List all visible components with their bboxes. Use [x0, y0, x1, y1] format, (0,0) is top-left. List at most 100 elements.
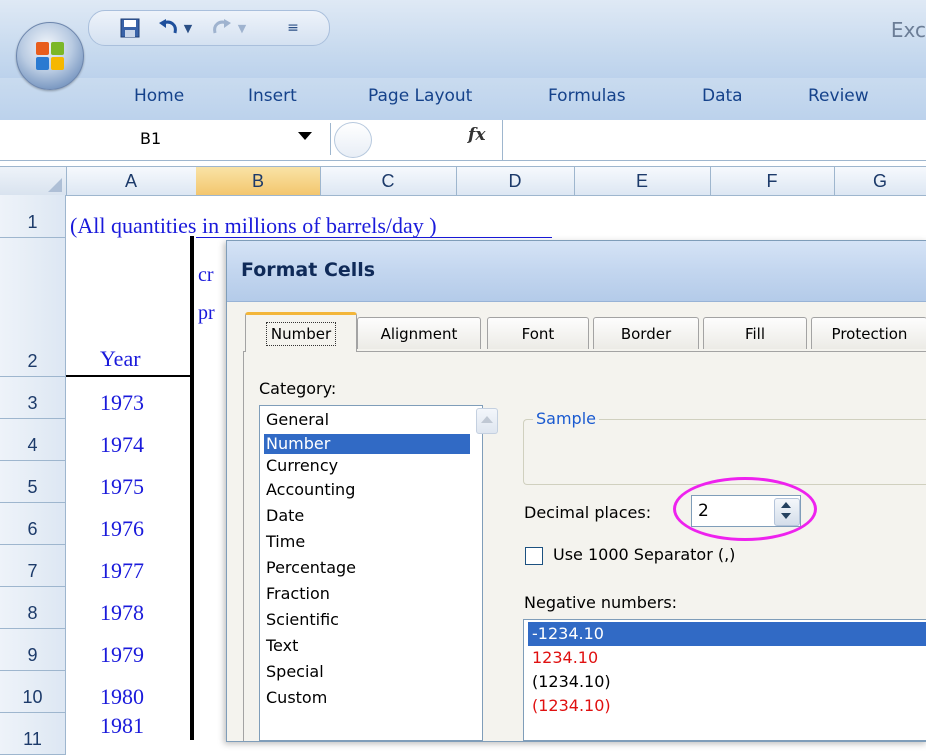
- row-header-10[interactable]: 10: [0, 671, 66, 713]
- row-header-5[interactable]: 5: [0, 461, 66, 503]
- tab-protection[interactable]: Protection: [811, 317, 926, 349]
- formula-bar-divider: [502, 120, 503, 160]
- year-cell[interactable]: 1975: [66, 461, 196, 503]
- negative-format-option[interactable]: -1234.10: [528, 622, 926, 646]
- category-item[interactable]: Time: [264, 532, 470, 556]
- column-header-a[interactable]: A: [66, 167, 197, 195]
- units-note-cell[interactable]: (All quantities in millions of barrels/d…: [70, 213, 437, 239]
- year-cell[interactable]: 1976: [66, 503, 196, 545]
- year-cell[interactable]: 1978: [66, 587, 196, 629]
- redo-icon: [207, 17, 237, 39]
- category-item[interactable]: Fraction: [264, 584, 470, 608]
- highlight-annotation: [673, 477, 817, 541]
- thousands-separator-label: Use 1000 Separator (,): [553, 545, 736, 564]
- year-cell[interactable]: 1974: [66, 419, 196, 461]
- category-item-selected[interactable]: Number: [264, 434, 470, 454]
- category-item[interactable]: Custom: [264, 688, 470, 712]
- year-cell[interactable]: 1979: [66, 629, 196, 671]
- tab-home[interactable]: Home: [134, 86, 184, 106]
- name-box-dropdown-icon[interactable]: [298, 132, 312, 140]
- year-header-cell[interactable]: Year: [66, 238, 196, 375]
- category-scrollbar[interactable]: [476, 408, 498, 434]
- undo-icon[interactable]: [153, 17, 183, 39]
- tab-formulas[interactable]: Formulas: [548, 86, 626, 106]
- negative-numbers-label: Negative numbers:: [524, 593, 678, 612]
- select-all-button[interactable]: [0, 167, 67, 195]
- ribbon-tabs: Home Insert Page Layout Formulas Data Re…: [0, 78, 926, 121]
- tab-fill[interactable]: Fill: [703, 317, 807, 349]
- year-cell[interactable]: 1973: [66, 377, 196, 419]
- formula-bar: B1 fx: [0, 120, 926, 161]
- tab-number-label: Number: [265, 321, 337, 346]
- dialog-title-bar[interactable]: Format Cells: [227, 241, 926, 302]
- tab-insert[interactable]: Insert: [248, 86, 297, 106]
- insert-function-button[interactable]: fx: [468, 125, 485, 145]
- formula-input[interactable]: [510, 126, 910, 154]
- tab-font[interactable]: Font: [487, 317, 589, 349]
- row-header-9[interactable]: 9: [0, 629, 66, 671]
- year-cell[interactable]: 1981: [66, 713, 196, 740]
- undo-dropdown-icon[interactable]: ▼: [181, 17, 195, 39]
- row-header-4[interactable]: 4: [0, 419, 66, 461]
- note-underline: [196, 237, 552, 238]
- sample-group: [523, 419, 926, 485]
- row-header-2[interactable]: 2: [0, 238, 66, 377]
- column-b-left-border: [190, 236, 194, 740]
- category-item[interactable]: General: [264, 410, 470, 434]
- negative-format-option[interactable]: 1234.10: [528, 646, 926, 670]
- name-box-value: B1: [140, 129, 162, 148]
- column-header-b[interactable]: B: [196, 167, 321, 195]
- tab-review[interactable]: Review: [808, 86, 869, 106]
- row-header-11[interactable]: 11: [0, 713, 66, 755]
- header-text-fragment: pr: [198, 302, 215, 324]
- negative-format-option[interactable]: (1234.10): [528, 670, 926, 694]
- tab-alignment[interactable]: Alignment: [357, 317, 481, 349]
- chevron-up-icon: [481, 416, 493, 423]
- column-header-d[interactable]: D: [456, 167, 575, 195]
- tab-data[interactable]: Data: [702, 86, 743, 106]
- category-item[interactable]: Date: [264, 506, 470, 530]
- category-item[interactable]: Percentage: [264, 558, 470, 582]
- office-button[interactable]: [16, 22, 84, 90]
- header-text-fragment: cr: [198, 264, 214, 286]
- sample-label: Sample: [533, 409, 599, 428]
- office-logo-icon: [36, 42, 64, 70]
- negative-numbers-list[interactable]: -1234.10 1234.10 (1234.10) (1234.10): [523, 619, 926, 741]
- redo-dropdown-icon: ▼: [237, 21, 247, 35]
- row-header-6[interactable]: 6: [0, 503, 66, 545]
- thousands-separator-checkbox[interactable]: [525, 547, 543, 565]
- category-list[interactable]: General Number Currency Accounting Date …: [259, 405, 498, 741]
- tab-border[interactable]: Border: [593, 317, 699, 349]
- fx-icon: fx: [468, 125, 486, 145]
- category-item[interactable]: Accounting: [264, 480, 470, 504]
- customize-toolbar-icon[interactable]: ≡: [285, 17, 301, 39]
- column-headers: A B C D E F G: [0, 166, 926, 196]
- dialog-title: Format Cells: [241, 259, 376, 281]
- save-icon[interactable]: [119, 17, 141, 39]
- year-cell[interactable]: 1977: [66, 545, 196, 587]
- year-cell[interactable]: 1980: [66, 671, 196, 713]
- row-header-8[interactable]: 8: [0, 587, 66, 629]
- column-header-g[interactable]: G: [834, 167, 926, 195]
- scroll-up-button[interactable]: [476, 408, 498, 434]
- tab-page-layout[interactable]: Page Layout: [368, 86, 472, 106]
- formula-bar-handle-icon[interactable]: [334, 122, 372, 158]
- row-header-7[interactable]: 7: [0, 545, 66, 587]
- row-header-1[interactable]: 1: [0, 195, 66, 238]
- column-header-e[interactable]: E: [574, 167, 711, 195]
- category-label: Category:: [259, 379, 337, 398]
- negative-format-option[interactable]: (1234.10): [528, 694, 926, 718]
- category-item[interactable]: Scientific: [264, 610, 470, 634]
- name-box[interactable]: B1: [0, 123, 331, 155]
- category-item[interactable]: Text: [264, 636, 470, 660]
- title-bar: ▼ ▼ ≡ Exc: [0, 0, 926, 78]
- tab-number[interactable]: Number: [245, 312, 357, 352]
- column-header-f[interactable]: F: [710, 167, 835, 195]
- category-item[interactable]: Special: [264, 662, 470, 686]
- category-item[interactable]: Currency: [264, 456, 470, 480]
- decimal-places-label: Decimal places:: [524, 503, 652, 522]
- quick-access-toolbar: ▼ ▼ ≡: [88, 10, 330, 46]
- column-header-c[interactable]: C: [320, 167, 457, 195]
- select-all-triangle-icon: [48, 178, 62, 192]
- row-header-3[interactable]: 3: [0, 377, 66, 419]
